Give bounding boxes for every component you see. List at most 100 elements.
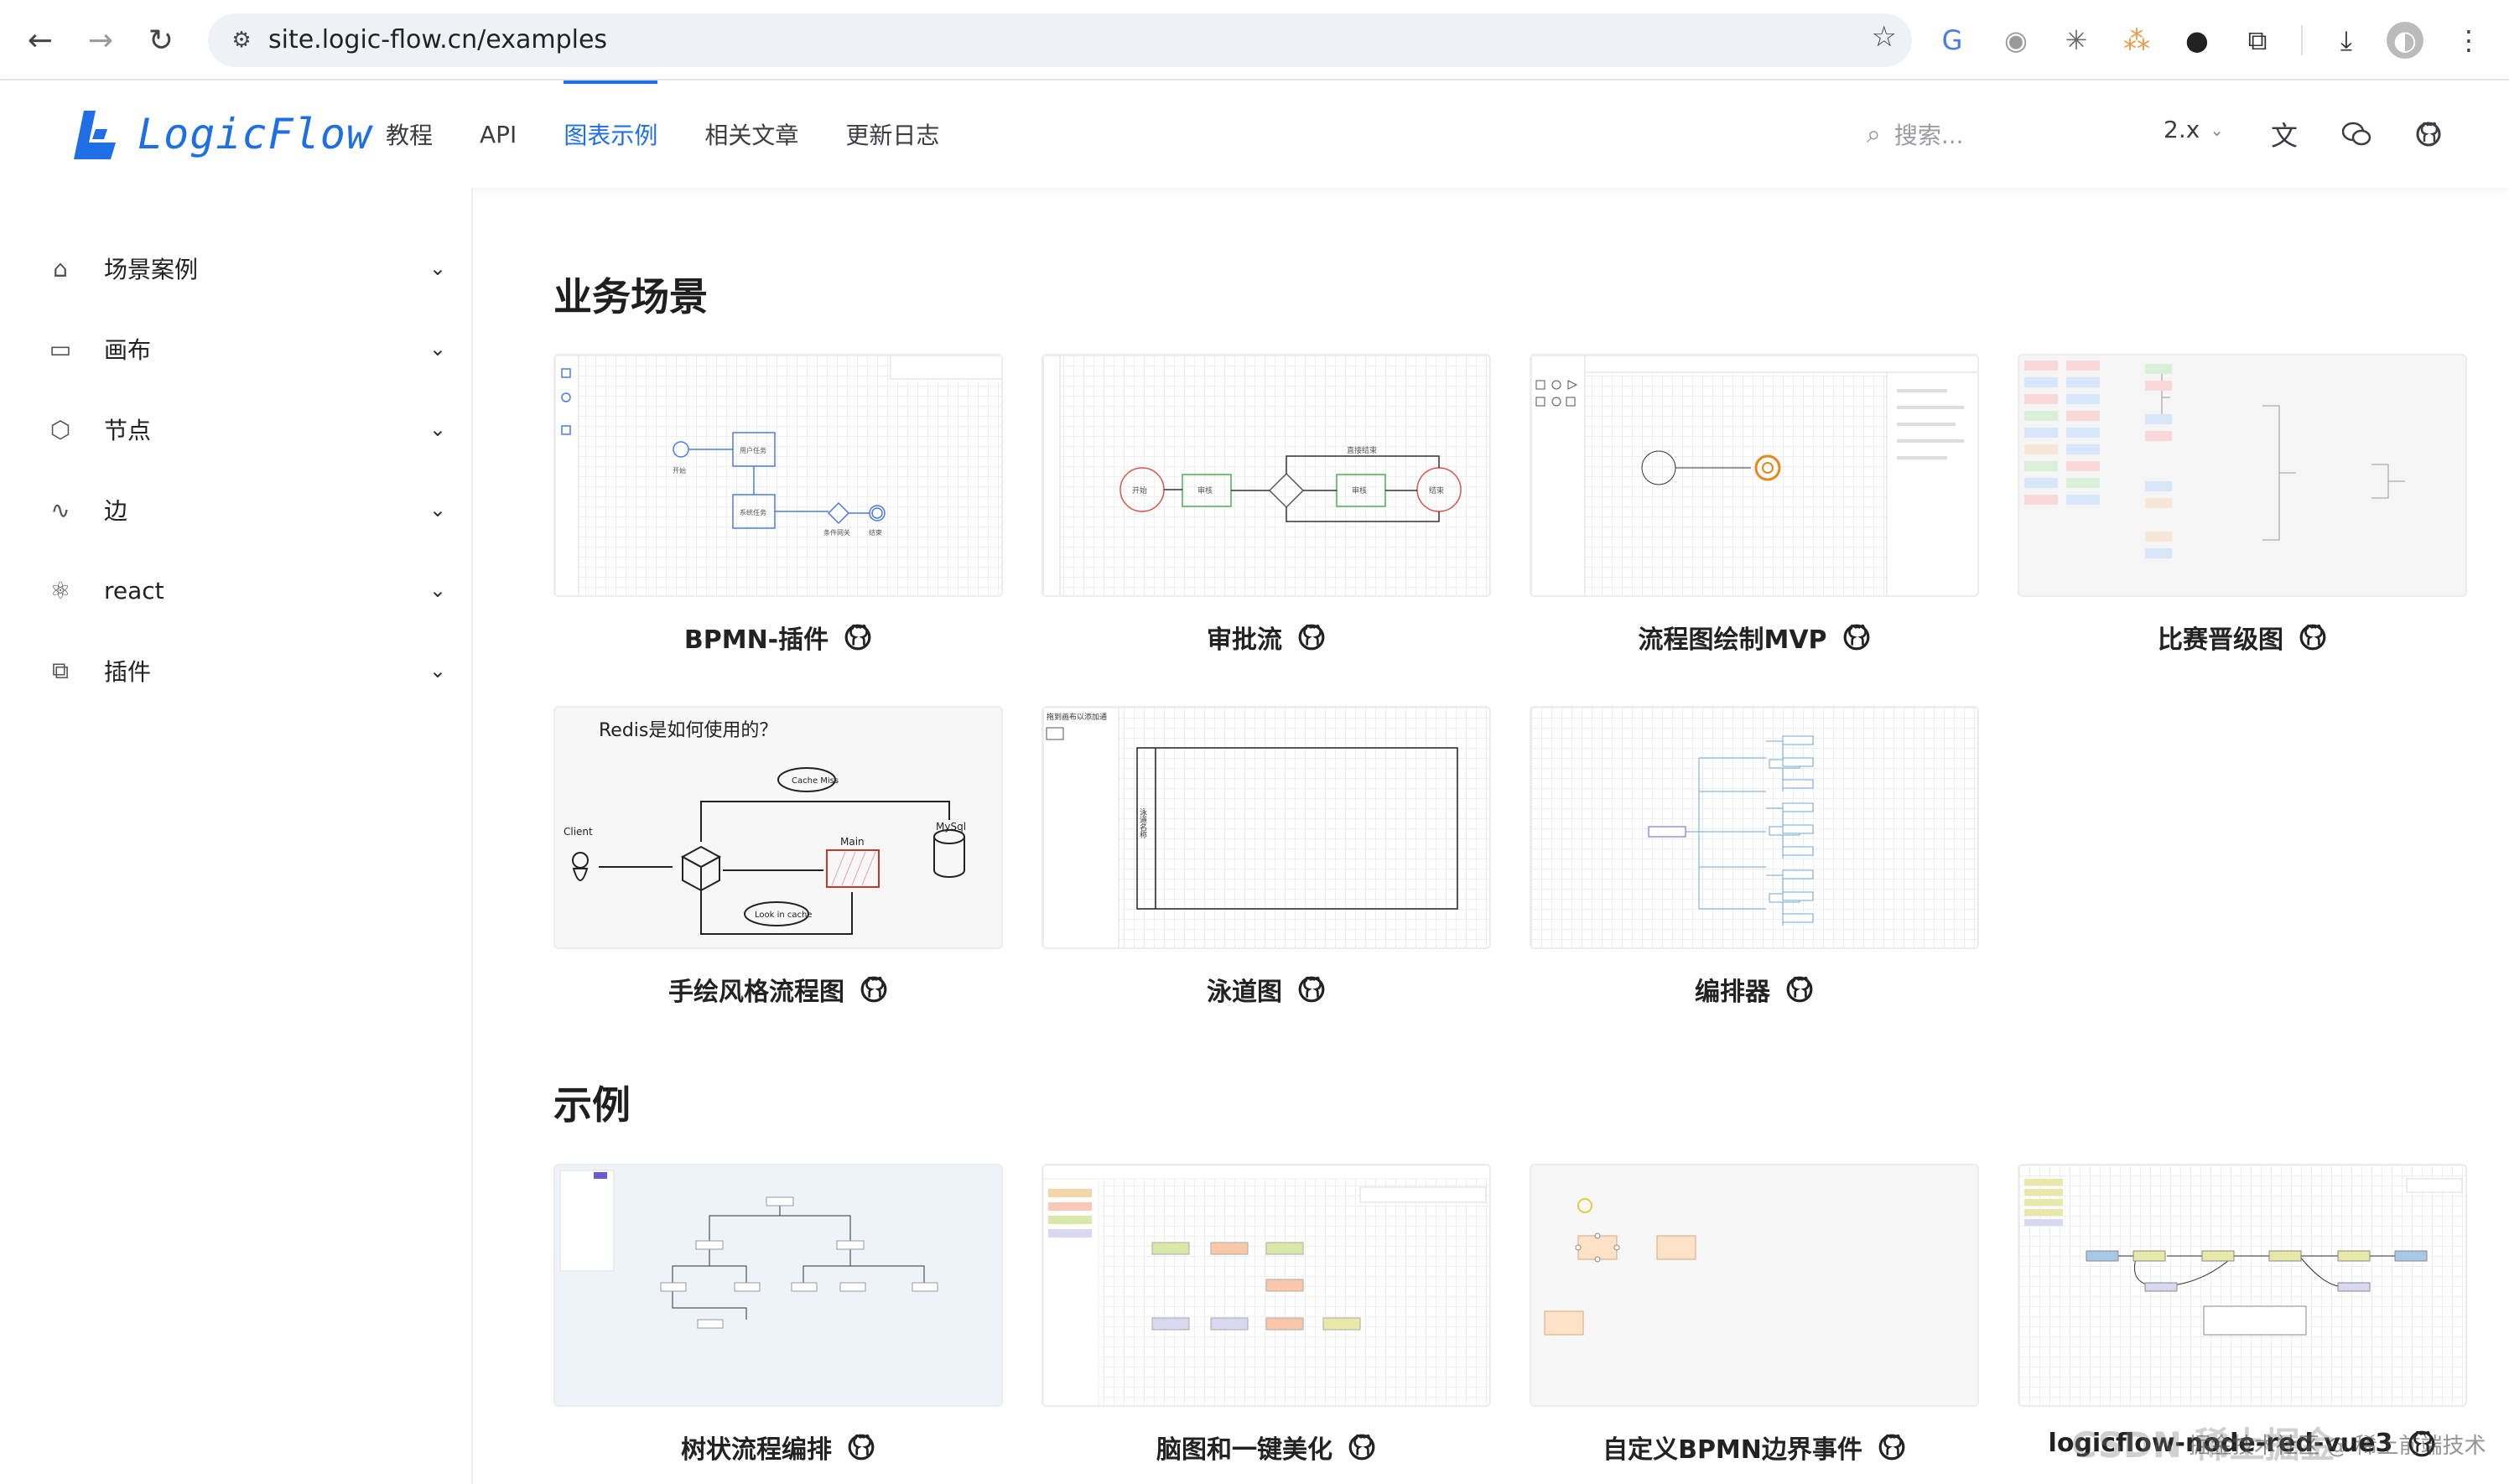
card-title: 泳道图 — [1042, 971, 1491, 1008]
card-title-text: 审批流 — [1207, 625, 1282, 655]
section-title-business: 业务场景 — [553, 274, 708, 319]
card-title-text: 树状流程编排 — [681, 1435, 832, 1465]
example-card-bracket[interactable]: 比赛晋级图 — [2018, 354, 2467, 655]
sidebar-item-react[interactable]: ⚛ react ⌄ — [44, 565, 446, 615]
chevron-down-icon: ⌄ — [2210, 119, 2225, 140]
site-info-icon[interactable]: ⚙ — [223, 22, 260, 59]
divider — [2301, 25, 2303, 55]
reload-icon: ↻ — [148, 23, 174, 58]
card-title: 审批流 — [1042, 619, 1491, 656]
svg-text:Client: Client — [564, 826, 593, 838]
example-card-bpmn-boundary[interactable]: 自定义BPMN边界事件 — [1530, 1164, 1979, 1465]
card-title: 比赛晋级图 — [2018, 619, 2467, 656]
address-bar[interactable]: ⚙ site.logic-flow.cn/examples ☆ — [208, 13, 1912, 67]
url-text: site.logic-flow.cn/examples — [268, 25, 608, 54]
search-placeholder: 搜索... — [1893, 122, 1964, 149]
example-thumbnail — [2018, 354, 2467, 597]
reload-button[interactable]: ↻ — [139, 18, 183, 62]
sidebar-item-label: 边 — [104, 497, 128, 525]
sidebar-item-edge[interactable]: ∿ 边 ⌄ — [44, 485, 446, 535]
edge-icon: ∿ — [50, 496, 70, 524]
search-box[interactable]: ⌕ 搜索... — [1867, 116, 1964, 153]
sidebar-item-label: 节点 — [104, 417, 152, 444]
sidebar-item-label: react — [104, 576, 164, 604]
example-thumbnail — [1530, 1164, 1979, 1407]
github-icon[interactable] — [844, 623, 872, 651]
github-icon[interactable] — [1878, 1433, 1906, 1461]
example-thumbnail — [1530, 354, 1979, 597]
back-button[interactable]: ← — [18, 18, 62, 62]
sidebar-item-label: 插件 — [104, 658, 152, 686]
react-icon: ⚛ — [49, 576, 71, 604]
github-icon[interactable] — [1842, 623, 1871, 651]
svg-text:Main: Main — [840, 836, 865, 848]
sidebar-item-plugin[interactable]: ⧉ 插件 ⌄ — [44, 646, 446, 696]
translate-extension-icon[interactable]: G — [1930, 18, 1974, 62]
logo[interactable]: LogicFlow — [67, 102, 372, 166]
card-title-text: BPMN-插件 — [683, 625, 829, 655]
svg-text:Cache Miss: Cache Miss — [792, 776, 839, 786]
card-title-text: 比赛晋级图 — [2158, 625, 2283, 655]
github-icon[interactable] — [2299, 623, 2327, 651]
svg-text:结束: 结束 — [1429, 485, 1444, 496]
github-icon[interactable] — [1348, 1433, 1376, 1461]
nav-api[interactable]: API — [480, 80, 517, 188]
logicflow-logo-icon — [74, 111, 116, 159]
example-card-flowchart-mvp[interactable]: 流程图绘制MVP — [1530, 354, 1979, 655]
example-card-tree-flow[interactable]: 树状流程编排 — [553, 1164, 1003, 1465]
github-icon[interactable] — [1297, 623, 1326, 651]
example-thumbnail — [1530, 706, 1979, 949]
sidebar: ⌂ 场景案例 ⌄ ▭ 画布 ⌄ ⬡ 节点 ⌄ ∿ 边 ⌄ ⚛ react ⌄ ⧉… — [0, 188, 473, 1484]
extension-dots-icon[interactable]: ⁂ — [2115, 18, 2158, 62]
nav-tutorial[interactable]: 教程 — [386, 80, 433, 188]
example-card-bpmn[interactable]: 开始 用户任务 系统任务 条件网关 结束 BPMN-插件 — [553, 354, 1003, 655]
example-thumbnail — [1042, 1164, 1491, 1407]
plugin-icon: ⧉ — [52, 656, 69, 684]
github-icon[interactable] — [1785, 975, 1814, 1004]
github-icon[interactable] — [2408, 114, 2449, 154]
download-icon[interactable]: ⤓ — [2325, 18, 2368, 62]
wechat-icon[interactable] — [2336, 114, 2377, 154]
canvas-icon: ▭ — [49, 335, 72, 363]
node-icon: ⬡ — [49, 415, 71, 444]
github-icon[interactable] — [860, 975, 888, 1004]
version-select[interactable]: 2.x ⌄ — [2164, 116, 2224, 143]
card-title: 树状流程编排 — [553, 1429, 1003, 1466]
card-title-text: 泳道图 — [1207, 978, 1282, 1007]
extension-bear-icon[interactable]: ● — [2175, 18, 2219, 62]
card-title: 自定义BPMN边界事件 — [1530, 1429, 1979, 1466]
example-card-node-red[interactable]: logicflow-node-red-vue3 — [2018, 1164, 2467, 1458]
watermark-sub: 掘金技术社区 @ 稀土前端技术 — [2189, 1434, 2486, 1459]
card-title-text: 手绘风格流程图 — [668, 978, 844, 1007]
sidebar-item-node[interactable]: ⬡ 节点 ⌄ — [44, 404, 446, 454]
svg-text:MySql: MySql — [936, 821, 966, 833]
svg-text:审核: 审核 — [1352, 485, 1367, 496]
example-thumbnail: Redis是如何使用的？ Client Cache Miss Main MySq… — [553, 706, 1003, 949]
example-card-mindmap[interactable]: 脑图和一键美化 — [1042, 1164, 1491, 1465]
card-title: 手绘风格流程图 — [553, 971, 1003, 1008]
site-header: LogicFlow 教程 API 图表示例 相关文章 更新日志 ⌕ 搜索... … — [0, 80, 2509, 188]
github-icon[interactable] — [847, 1433, 875, 1461]
nav-changelog[interactable]: 更新日志 — [845, 80, 939, 188]
extension-asterisk-icon[interactable]: ✳ — [2054, 18, 2098, 62]
example-card-swimlane[interactable]: 拖到画布以添加通 泳道名称 泳道图 — [1042, 706, 1491, 1007]
nav-articles[interactable]: 相关文章 — [704, 80, 798, 188]
svg-text:结束: 结束 — [869, 528, 882, 537]
extensions-puzzle-icon[interactable]: ⧉ — [2236, 18, 2279, 62]
profile-avatar[interactable]: ◐ — [2387, 22, 2423, 59]
svg-text:审核: 审核 — [1197, 485, 1213, 496]
sidebar-item-label: 画布 — [104, 336, 152, 364]
chevron-down-icon: ⌄ — [429, 579, 446, 602]
github-icon[interactable] — [1297, 975, 1326, 1004]
example-card-approval[interactable]: 开始 审核 直接结束 审核 结束 审批流 — [1042, 354, 1491, 655]
browser-menu-icon[interactable]: ⋮ — [2447, 18, 2491, 62]
example-card-orchestrator[interactable]: 编排器 — [1530, 706, 1979, 1007]
bookmark-star-icon[interactable]: ☆ — [1872, 20, 1897, 54]
forward-button[interactable]: → — [79, 18, 122, 62]
language-icon[interactable]: 文 — [2264, 114, 2304, 154]
example-card-sketch[interactable]: Redis是如何使用的？ Client Cache Miss Main MySq… — [553, 706, 1003, 1007]
sidebar-item-scenes[interactable]: ⌂ 场景案例 ⌄ — [44, 243, 446, 293]
nav-examples[interactable]: 图表示例 — [564, 80, 658, 188]
extension-face-icon[interactable]: ◉ — [1994, 18, 2038, 62]
sidebar-item-canvas[interactable]: ▭ 画布 ⌄ — [44, 324, 446, 374]
